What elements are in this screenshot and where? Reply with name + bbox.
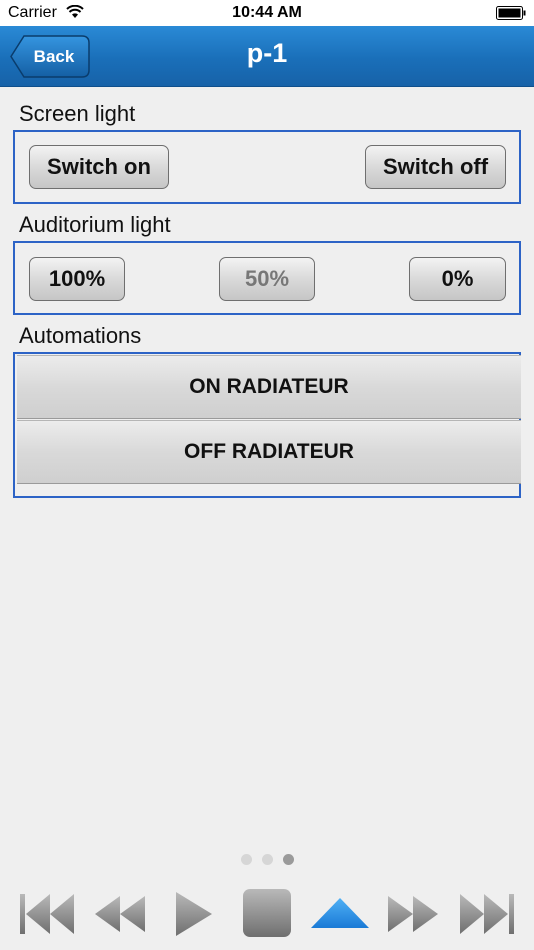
page-indicator[interactable] <box>0 852 534 865</box>
page-dot[interactable] <box>240 854 252 865</box>
screen-light-label: Screen light <box>19 101 136 126</box>
page-title: p-1 <box>246 38 288 68</box>
fast-forward-icon[interactable] <box>380 886 446 942</box>
skip-back-icon[interactable] <box>14 886 80 942</box>
stop-icon[interactable] <box>234 886 300 942</box>
auditorium-light-group: 100% 50% 0% <box>13 241 521 315</box>
clock: 10:44 AM <box>232 4 302 21</box>
screen-light-group: Switch on Switch off <box>13 130 521 204</box>
page-dot[interactable] <box>261 854 273 865</box>
switch-on-button[interactable]: Switch on <box>29 145 169 189</box>
play-icon[interactable] <box>160 886 226 942</box>
page-dot-active[interactable] <box>282 854 294 865</box>
media-controls <box>0 880 534 950</box>
up-arrow-icon[interactable] <box>307 886 373 942</box>
level-100-button[interactable]: 100% <box>29 257 125 301</box>
status-bar: Carrier 10:44 AM <box>0 0 534 26</box>
battery-icon <box>496 6 526 20</box>
rewind-icon[interactable] <box>87 886 153 942</box>
level-50-button[interactable]: 50% <box>219 257 315 301</box>
off-radiateur-button[interactable]: OFF RADIATEUR <box>17 420 521 484</box>
auditorium-light-label: Auditorium light <box>19 212 171 237</box>
switch-off-button[interactable]: Switch off <box>365 145 506 189</box>
skip-forward-icon[interactable] <box>454 886 520 942</box>
level-0-button[interactable]: 0% <box>409 257 506 301</box>
automations-group: ON RADIATEUR OFF RADIATEUR <box>13 352 521 498</box>
on-radiateur-button[interactable]: ON RADIATEUR <box>17 355 521 419</box>
navigation-bar: Back p-1 <box>0 26 534 87</box>
automations-label: Automations <box>19 323 142 348</box>
